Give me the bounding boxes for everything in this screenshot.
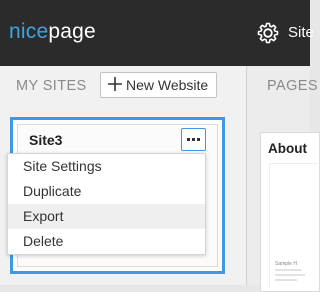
logo-text-page: page <box>48 20 96 43</box>
menu-item-site-settings[interactable]: Site Settings <box>8 154 205 179</box>
new-website-button[interactable]: New Website <box>100 72 217 98</box>
nicepage-logo[interactable]: nicepage <box>9 20 96 44</box>
page-card[interactable]: About Sample H <box>260 132 320 292</box>
menu-item-duplicate[interactable]: Duplicate <box>8 179 205 204</box>
menu-item-export[interactable]: Export <box>8 204 205 229</box>
my-sites-heading: MY SITES <box>16 78 87 94</box>
logo-text-nice: nice <box>9 20 49 43</box>
gear-icon[interactable] <box>256 21 280 45</box>
plus-icon <box>108 77 122 91</box>
menu-item-delete[interactable]: Delete <box>8 229 205 254</box>
thumbnail-text-line <box>275 269 301 271</box>
new-website-label: New Website <box>126 77 209 93</box>
top-bar: nicepage Site <box>0 0 314 66</box>
page-title: About <box>268 141 307 156</box>
site-options-button[interactable] <box>181 128 206 151</box>
more-dots-icon <box>187 138 200 141</box>
thumbnail-text-line <box>275 279 297 281</box>
thumbnail-text-line <box>275 274 305 276</box>
thumbnail-heading-text: Sample H <box>275 261 297 267</box>
pages-heading: PAGES <box>267 78 318 94</box>
site-settings-header-label[interactable]: Site <box>288 24 314 41</box>
site-name: Site3 <box>29 132 63 148</box>
pages-panel: PAGES About Sample H <box>247 66 320 292</box>
site-options-menu: Site Settings Duplicate Export Delete <box>7 153 206 255</box>
